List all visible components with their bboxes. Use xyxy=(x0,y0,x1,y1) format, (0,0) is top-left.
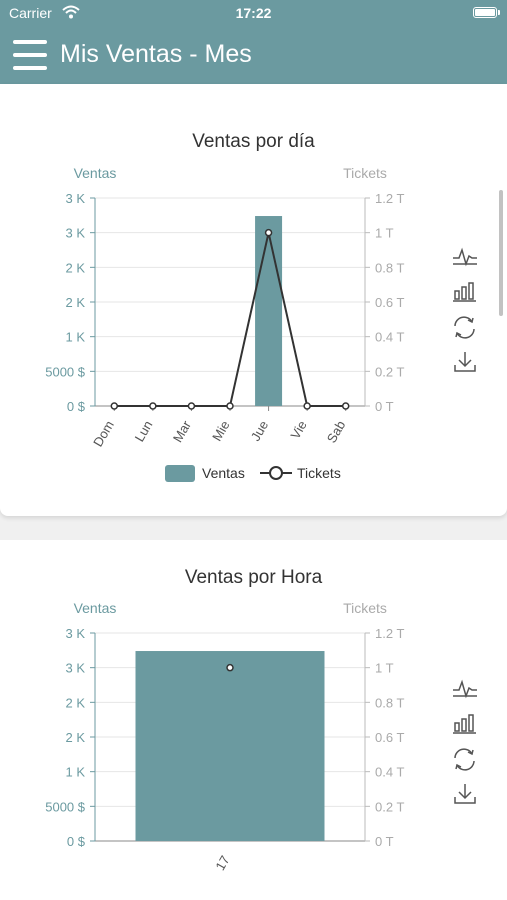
bar-chart-icon[interactable] xyxy=(450,711,480,739)
y2-tick-label: 1 T xyxy=(375,226,394,241)
y2-tick-label: 0.2 T xyxy=(375,364,404,379)
tickets-point xyxy=(110,402,119,410)
y-tick-label: 2 K xyxy=(65,695,85,710)
x-tick-label: Mar xyxy=(170,417,195,444)
y-tick-label: 3 K xyxy=(65,661,85,676)
y-tick-label: 1 K xyxy=(65,330,85,345)
chart-ventas-por-dia: 0 $ 0 T 5000 $ 0.2 T 1 K 0.4 T 2 K 0.6 T 2 K 0.8 … xyxy=(45,165,404,482)
y2-tick-label: 0.2 T xyxy=(375,799,404,814)
tickets-point xyxy=(226,663,234,672)
y2-tick-label: 1 T xyxy=(375,661,394,676)
chart-card-ventas-por-hora: Ventas por Hora 0 $0 T 5000 $0.2 T1 K 0.4 … xyxy=(0,540,507,900)
x-tick-label: 17 xyxy=(212,853,232,873)
y-axis-title: Ventas xyxy=(74,165,117,181)
tickets-point xyxy=(264,228,273,237)
x-tick-label: Sab xyxy=(324,418,349,446)
y2-tick-label: 0.4 T xyxy=(375,330,404,345)
y2-tick-label: 0.8 T xyxy=(375,260,404,275)
page-title: Mis Ventas - Mes xyxy=(60,40,252,68)
y-tick-label: 2 K xyxy=(65,295,85,310)
tickets-line xyxy=(114,232,346,407)
download-icon[interactable] xyxy=(450,349,480,377)
y-tick-label: 0 $ xyxy=(67,399,86,414)
x-tick-label: Dom xyxy=(90,418,117,449)
y-tick-label: 2 K xyxy=(65,260,85,275)
y2-tick-label: 1.2 T xyxy=(375,191,404,206)
x-tick-label: Vie xyxy=(287,418,309,442)
legend-swatch-ventas xyxy=(165,465,195,482)
y-tick-label: 3 K xyxy=(65,226,85,241)
bar-chart-icon[interactable] xyxy=(450,279,480,307)
legend-label-tickets: Tickets xyxy=(297,465,341,481)
legend-marker-tickets xyxy=(269,466,283,480)
y2-tick-label: 0 T xyxy=(375,399,394,414)
y-tick-label: 5000 $ xyxy=(45,799,86,814)
tickets-point xyxy=(303,402,311,410)
clock: 17:22 xyxy=(235,5,272,21)
app-header: Mis Ventas - Mes xyxy=(0,26,507,84)
line-chart-icon[interactable] xyxy=(450,244,480,272)
y-axis-title: Ventas xyxy=(74,600,117,616)
y-tick-label: 1 K xyxy=(65,765,85,780)
y-tick-label: 3 K xyxy=(65,191,85,206)
y2-tick-label: 0 T xyxy=(375,834,394,849)
bar xyxy=(135,651,325,841)
y-tick-label: 0 $ xyxy=(67,834,86,849)
x-tick-label: Lun xyxy=(132,418,156,444)
y2-tick-label: 1.2 T xyxy=(375,626,404,641)
download-icon[interactable] xyxy=(450,781,480,809)
y2-axis-title: Tickets xyxy=(343,600,387,616)
x-tick-label: Jue xyxy=(248,418,271,444)
tickets-point xyxy=(341,402,350,410)
y2-axis-title: Tickets xyxy=(343,165,387,181)
legend-label-ventas: Ventas xyxy=(202,465,245,481)
scrollbar[interactable] xyxy=(499,190,503,316)
hamburger-menu-icon[interactable] xyxy=(13,39,47,71)
y2-tick-label: 0.6 T xyxy=(375,730,404,745)
chart-ventas-por-hora: 0 $ 0 T 5000 $ 0.2 T 1 K 0.4 T 2 K 0.6 T 2 K 0.8 … xyxy=(45,600,404,873)
bar xyxy=(255,216,283,406)
battery-tip xyxy=(498,10,500,15)
y2-tick-label: 0.4 T xyxy=(375,765,404,780)
tickets-point xyxy=(226,402,234,410)
refresh-icon[interactable] xyxy=(450,746,480,774)
y2-tick-label: 0.8 T xyxy=(375,695,404,710)
battery-icon xyxy=(473,7,497,18)
line-chart-icon[interactable] xyxy=(450,676,480,704)
y2-tick-label: 0.6 T xyxy=(375,295,404,310)
status-bar: Carrier 17:22 xyxy=(0,0,507,26)
refresh-icon[interactable] xyxy=(450,314,480,342)
x-tick-label: Mie xyxy=(209,418,232,444)
y-tick-label: 5000 $ xyxy=(45,364,86,379)
y-tick-label: 2 K xyxy=(65,730,85,745)
tickets-point xyxy=(149,402,157,410)
tickets-point xyxy=(187,402,196,410)
y-tick-label: 3 K xyxy=(65,626,85,641)
chart-card-ventas-por-dia: Ventas por día 0 $0 T 5000 $0.2 T1 K 0.4 T… xyxy=(0,84,507,516)
